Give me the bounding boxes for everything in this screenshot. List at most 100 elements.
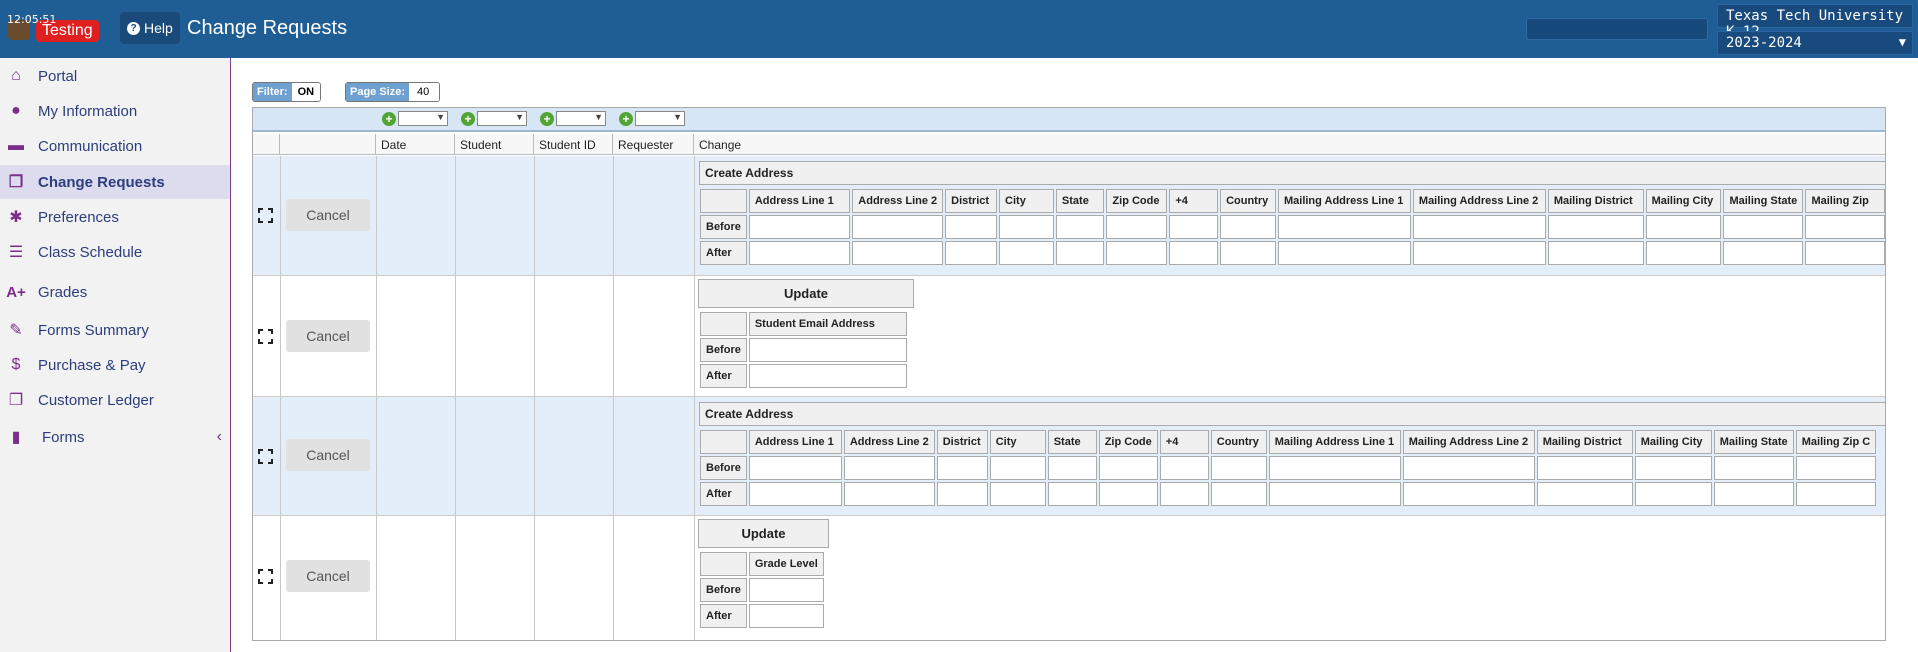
sidebar-item-label: Forms Summary xyxy=(38,321,149,339)
expand-icon[interactable] xyxy=(258,449,273,464)
header-change[interactable]: Change xyxy=(694,134,1885,155)
change-title: Create Address xyxy=(699,402,1885,426)
sidebar: ⌂ Portal ● My Information ▬ Communication ❐… xyxy=(0,58,231,652)
sidebar-item-label: Change Requests xyxy=(38,173,165,191)
add-filter-icon[interactable]: + xyxy=(382,111,396,126)
sidebar-item-change-requests[interactable]: ❐ Change Requests xyxy=(0,165,230,199)
col-city: City xyxy=(989,430,1046,454)
filter-group: + xyxy=(382,111,448,126)
sidebar-item-label: Purchase & Pay xyxy=(38,356,146,374)
year-select[interactable]: 2023-2024 ▼ xyxy=(1717,31,1913,55)
filter-group: + xyxy=(461,111,527,126)
add-filter-icon[interactable]: + xyxy=(540,111,554,126)
sidebar-item-preferences[interactable]: ✱ Preferences xyxy=(0,200,230,234)
help-button[interactable]: ? Help xyxy=(120,12,180,44)
sidebar-item-label: Class Schedule xyxy=(38,243,143,261)
col-mailing-address-line-1: Mailing Address Line 1 xyxy=(1277,189,1411,213)
edit-icon: ✎ xyxy=(9,322,23,339)
col-country: Country xyxy=(1210,430,1267,454)
school-select[interactable]: Texas Tech University K-12 xyxy=(1717,4,1913,40)
expand-icon[interactable] xyxy=(258,208,273,223)
row-label-blank xyxy=(700,430,747,454)
sidebar-item-class-schedule[interactable]: ☰ Class Schedule xyxy=(0,235,230,269)
sidebar-item-forms[interactable]: ▮ Forms ‹ xyxy=(0,420,230,454)
change-title: Update xyxy=(698,279,914,308)
filter-toggle[interactable]: Filter: ON xyxy=(252,82,322,102)
col-mailing-state: Mailing State xyxy=(1713,430,1794,454)
col-plus-four: +4 xyxy=(1159,430,1209,454)
sidebar-item-communication[interactable]: ▬ Communication xyxy=(0,129,230,163)
header-blank xyxy=(280,134,376,155)
before-label: Before xyxy=(700,578,747,602)
filter-group: + xyxy=(540,111,606,126)
col-address-line-1: Address Line 1 xyxy=(748,430,842,454)
cancel-button[interactable]: Cancel xyxy=(286,439,370,471)
header-student-id[interactable]: Student ID xyxy=(534,134,613,155)
filter-label: Filter: xyxy=(253,83,292,101)
row-label-blank xyxy=(700,312,747,336)
dropdown-arrow-icon: ▼ xyxy=(1898,35,1906,49)
gear-icon: ✱ xyxy=(9,209,23,226)
sidebar-item-label: Portal xyxy=(38,67,78,85)
sidebar-item-label: My Information xyxy=(38,102,138,120)
page-size-value: 40 xyxy=(409,83,440,101)
after-label: After xyxy=(700,364,747,388)
sidebar-item-portal[interactable]: ⌂ Portal xyxy=(0,59,230,93)
expand-icon[interactable] xyxy=(258,329,273,344)
header-requester[interactable]: Requester xyxy=(613,134,694,155)
filter-select[interactable] xyxy=(398,111,448,126)
col-mailing-city: Mailing City xyxy=(1634,430,1712,454)
expand-icon[interactable] xyxy=(258,569,273,584)
change-title: Create Address xyxy=(699,161,1885,185)
sidebar-item-purchase-pay[interactable]: $ Purchase & Pay xyxy=(0,348,230,382)
cancel-button[interactable]: Cancel xyxy=(286,320,370,352)
file-icon: ▮ xyxy=(11,429,21,446)
page-size-control[interactable]: Page Size: 40 xyxy=(345,82,441,102)
filter-select[interactable] xyxy=(556,111,606,126)
cancel-button[interactable]: Cancel xyxy=(286,560,370,592)
col-address-line-1: Address Line 1 xyxy=(748,189,851,213)
col-plus-four: +4 xyxy=(1169,189,1219,213)
add-filter-icon[interactable]: + xyxy=(461,111,475,126)
table-row: Cancel Create Address Address Line 1 Add… xyxy=(253,156,1885,276)
sidebar-item-grades[interactable]: A+ Grades xyxy=(0,275,230,309)
col-state: State xyxy=(1055,189,1105,213)
chevron-left-icon[interactable]: ‹ xyxy=(217,428,222,446)
col-student-email-address: Student Email Address xyxy=(748,312,907,336)
col-mailing-address-line-2: Mailing Address Line 2 xyxy=(1402,430,1535,454)
sidebar-item-label: Grades xyxy=(38,283,88,301)
before-label: Before xyxy=(700,338,747,362)
add-filter-icon[interactable]: + xyxy=(619,111,633,126)
grade-change-table: Grade Level Before After xyxy=(698,550,826,630)
page-title: Change Requests xyxy=(187,17,348,39)
year-value: 2023-2024 xyxy=(1726,35,1802,51)
col-city: City xyxy=(999,189,1054,213)
col-mailing-zip: Mailing Zip C xyxy=(1795,430,1877,454)
sidebar-item-my-information[interactable]: ● My Information xyxy=(0,94,230,128)
sidebar-item-customer-ledger[interactable]: ❐ Customer Ledger xyxy=(0,383,230,417)
sidebar-item-forms-summary[interactable]: ✎ Forms Summary xyxy=(0,313,230,347)
filter-row: + + + + xyxy=(253,108,1885,132)
copy-icon: ❐ xyxy=(8,392,24,409)
after-label: After xyxy=(700,241,747,265)
before-label: Before xyxy=(700,215,747,239)
grade-icon: A+ xyxy=(6,283,26,301)
help-label: Help xyxy=(144,20,173,36)
top-header: Testing 12:05:51 ? Help Change Requests … xyxy=(0,0,1918,58)
filter-select[interactable] xyxy=(635,111,685,126)
col-mailing-zip: Mailing Zip xyxy=(1805,189,1885,213)
copy-icon: ❐ xyxy=(8,174,24,191)
chat-icon: ▬ xyxy=(8,137,24,154)
sidebar-item-label: Forms xyxy=(42,428,85,446)
col-mailing-address-line-1: Mailing Address Line 1 xyxy=(1268,430,1401,454)
header-date[interactable]: Date xyxy=(376,134,455,155)
col-district: District xyxy=(945,189,998,213)
filter-select[interactable] xyxy=(477,111,527,126)
row-label-blank xyxy=(700,189,747,213)
cancel-button[interactable]: Cancel xyxy=(286,199,370,231)
header-student[interactable]: Student xyxy=(455,134,534,155)
table-row: Cancel Update Student Email Address Befo… xyxy=(253,276,1885,397)
question-icon: ? xyxy=(127,21,140,35)
search-input[interactable] xyxy=(1526,18,1708,40)
col-state: State xyxy=(1047,430,1097,454)
